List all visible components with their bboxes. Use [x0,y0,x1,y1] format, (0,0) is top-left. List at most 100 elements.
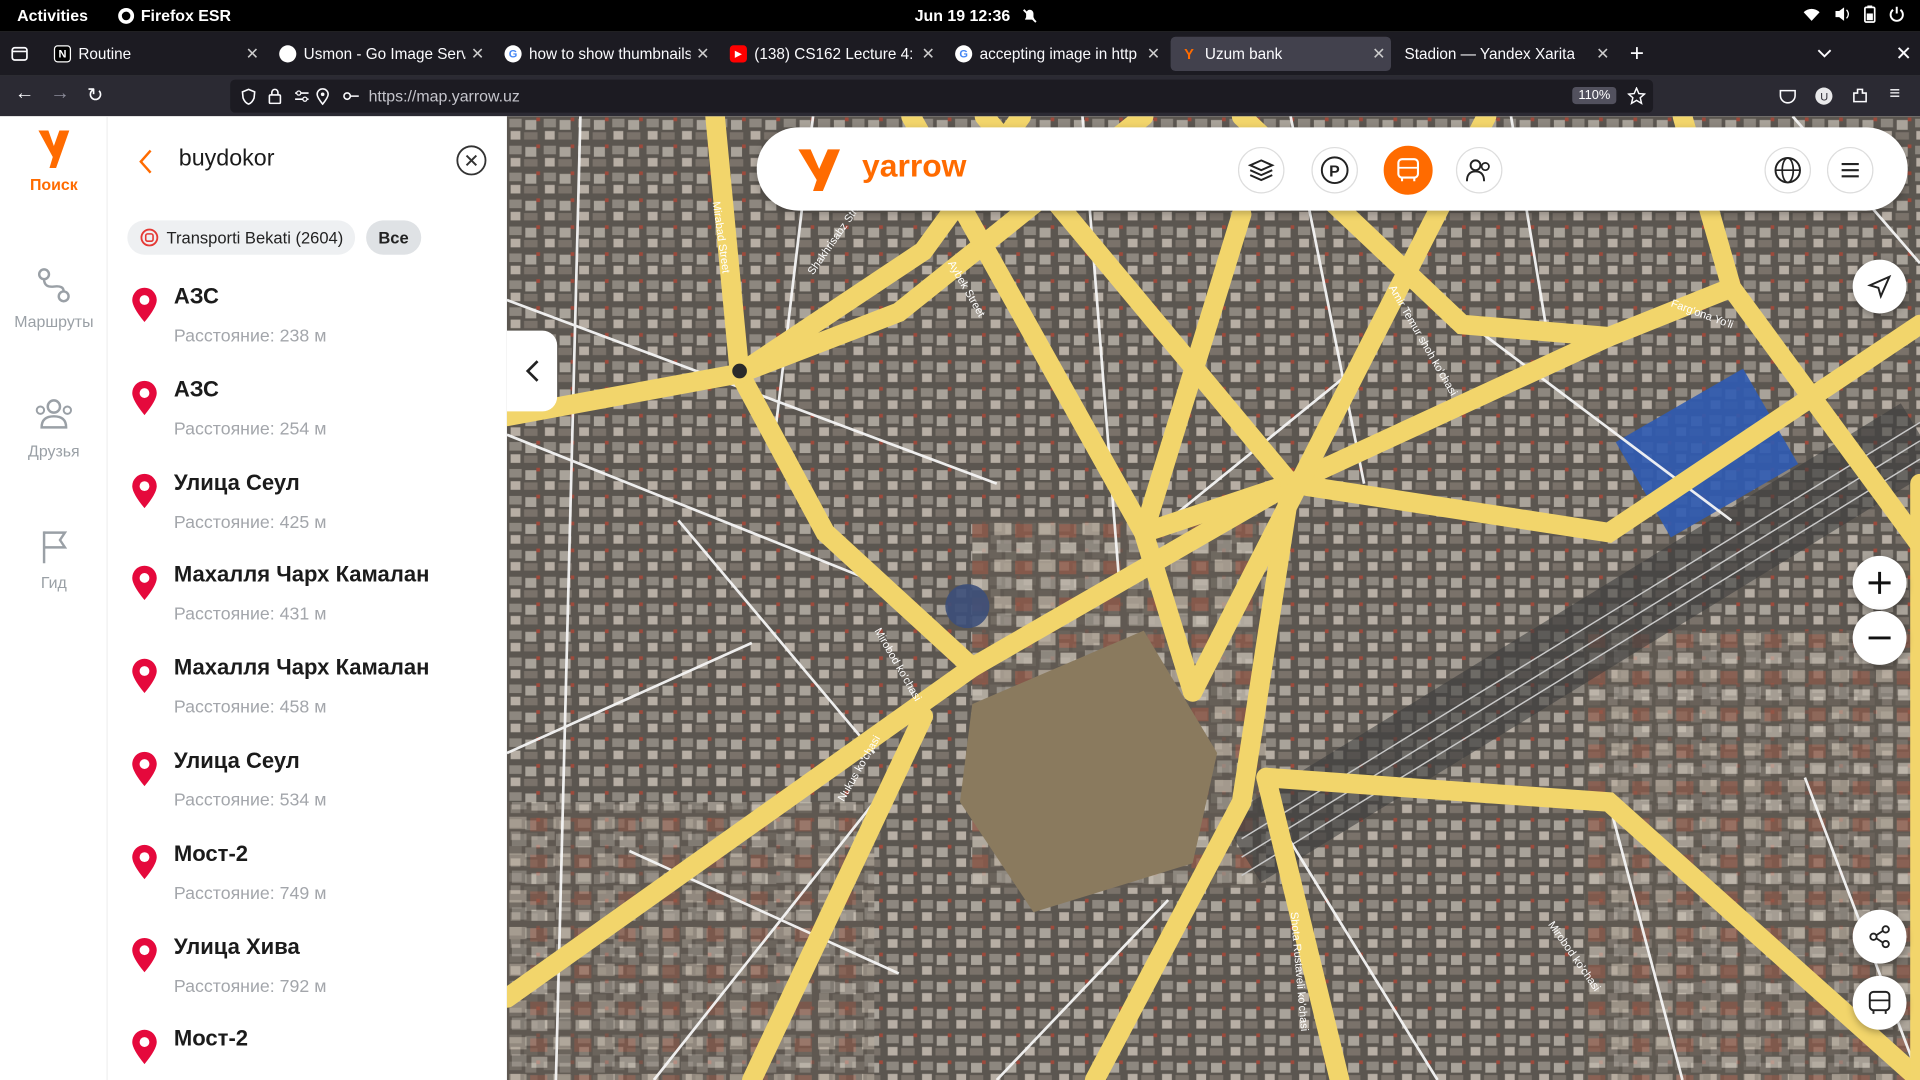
system-top-bar: Activities Firefox ESR Jun 19 12:36 [0,0,1920,32]
tab-1[interactable]: N Routine ✕ [44,37,264,71]
shield-icon[interactable] [241,88,256,105]
rail-search[interactable]: Поиск [0,126,108,193]
tab-overview-icon[interactable] [11,46,28,62]
tab-7[interactable]: Stadion — Yandex Xarita ✕ [1395,37,1615,71]
tab-2[interactable]: Usmon - Go Image Servic ✕ [269,37,489,71]
result-item[interactable]: Улица Хива Расстояние: 792 м [108,934,507,1027]
rail-routes-label: Маршруты [14,312,94,331]
result-name: Улица Сеул [173,469,300,495]
location-pin-icon [132,473,157,508]
tab-6[interactable]: Y Uzum bank ✕ [1170,36,1392,72]
back-button[interactable]: ← [15,83,35,105]
tab-title: Uzum bank [1204,45,1283,63]
reload-button[interactable]: ↻ [87,83,103,107]
tab-4[interactable]: ▶ (138) CS162 Lecture 4: Ab✕ [720,37,940,71]
close-tab-icon[interactable]: ✕ [691,44,715,64]
url-bar[interactable]: https://map.yarrow.uz 110% [230,79,1654,113]
tab-strip: N Routine ✕ Usmon - Go Image Servic ✕ Ghow to… [0,31,1920,76]
location-pin-icon [132,844,157,879]
extension-ublock-icon[interactable]: U [1815,87,1833,105]
result-item[interactable]: АЗС Расстояние: 254 м [108,377,507,470]
all-chip[interactable]: Все [366,220,421,255]
rail-search-label: Поиск [29,175,78,194]
zoom-out-button[interactable] [1852,611,1907,665]
tab-title: Routine [78,45,132,63]
tab-5[interactable]: Gaccepting image in http h ✕ [945,37,1165,71]
result-item[interactable]: Улица Сеул Расстояние: 534 м [108,748,507,841]
result-distance: Расстояние: 458 м [173,698,327,718]
friends-button[interactable] [1455,146,1503,194]
rail-guide[interactable]: Гид [0,524,108,591]
result-item[interactable]: АЗС Расстояние: 238 м [108,284,507,377]
result-item[interactable]: Махалля Чарх Камалан Расстояние: 431 м [108,563,507,656]
rail-friends[interactable]: Друзья [0,393,108,460]
result-item[interactable]: Мост-2 Расстояние: 749 м [108,841,507,934]
location-permission-icon[interactable] [316,88,329,106]
pocket-icon[interactable] [1779,88,1796,104]
activities-button[interactable]: Activities [17,6,88,24]
search-query[interactable]: buydokor [179,146,275,173]
result-item[interactable]: Махалля Чарх Камалан Расстояние: 458 м [108,655,507,748]
clock[interactable]: Jun 19 12:36 [915,6,1011,24]
language-button[interactable] [1764,146,1812,194]
tab-3[interactable]: Ghow to show thumbnails i ✕ [495,37,715,71]
transport-button[interactable] [1383,145,1433,195]
rail-friends-label: Друзья [28,442,80,461]
share-button[interactable] [1852,909,1907,964]
clear-search-icon[interactable] [456,144,488,176]
svg-text:U: U [1820,91,1828,103]
tab-list-icon[interactable] [1817,49,1832,59]
result-distance: Расстояние: 254 м [173,419,327,440]
tab-title: Stadion — Yandex Xarita [1404,45,1575,63]
parking-button[interactable]: P [1311,146,1358,194]
friends-icon [35,399,73,429]
extensions-icon[interactable] [1851,87,1868,104]
zoom-in-button[interactable] [1852,555,1907,610]
close-window-button[interactable]: ✕ [1896,42,1912,66]
chevron-left-icon [525,360,538,382]
result-name: Мост-2 [173,1026,249,1052]
svg-text:P: P [1329,163,1340,180]
locate-me-button[interactable] [1852,259,1907,314]
system-tray[interactable] [1802,5,1905,23]
transit-view-button[interactable] [1852,975,1907,1030]
category-chip[interactable]: Transporti Bekati (2604) [127,220,356,255]
result-item[interactable]: Мост-2 [108,1027,507,1080]
location-pin-icon [132,380,157,415]
result-item[interactable]: Улица Сеул Расстояние: 425 м [108,470,507,563]
location-pin-icon [132,1030,157,1065]
close-tab-icon[interactable]: ✕ [916,44,940,64]
url-text[interactable]: https://map.yarrow.uz [369,87,520,105]
lock-icon[interactable] [268,88,282,105]
collapse-panel-button[interactable] [506,330,558,412]
back-arrow-icon[interactable] [137,148,154,175]
location-pin-icon [132,751,157,787]
notifications-off-icon [1023,9,1037,23]
bookmark-star-icon[interactable] [1627,86,1646,105]
forward-button[interactable]: → [50,83,70,105]
close-tab-icon[interactable]: ✕ [1367,44,1391,64]
new-tab-button[interactable]: + [1630,40,1644,68]
wifi-icon [1803,8,1820,21]
flag-icon [42,531,68,564]
web-page: Поиск Маршруты Друзья Гид buydokor Trans [0,116,1920,1080]
close-tab-icon[interactable]: ✕ [1141,44,1165,64]
close-tab-icon[interactable]: ✕ [240,44,264,64]
result-distance: Расстояние: 792 м [173,976,327,997]
location-pin-icon [132,937,157,972]
close-tab-icon[interactable]: ✕ [465,44,489,64]
app-name: Firefox ESR [140,6,232,25]
app-menu[interactable]: Firefox ESR [118,6,231,24]
rail-routes[interactable]: Маршруты [0,263,108,331]
satellite-map: Mirabad Street Shakhrisabz StreetAybek St… [506,116,1920,1080]
minus-icon [1868,636,1891,640]
yarrow-icon: Y [1184,45,1194,63]
key-icon[interactable] [343,91,360,102]
zoom-level[interactable]: 110% [1572,86,1617,105]
permissions-icon[interactable] [294,89,310,102]
layers-button[interactable] [1237,146,1285,194]
menu-button[interactable] [1826,146,1874,194]
map-canvas[interactable]: Mirabad Street Shakhrisabz Street Aybek St… [506,116,1920,1080]
app-menu-button[interactable]: ≡ [1889,83,1900,104]
close-tab-icon[interactable]: ✕ [1591,44,1615,64]
